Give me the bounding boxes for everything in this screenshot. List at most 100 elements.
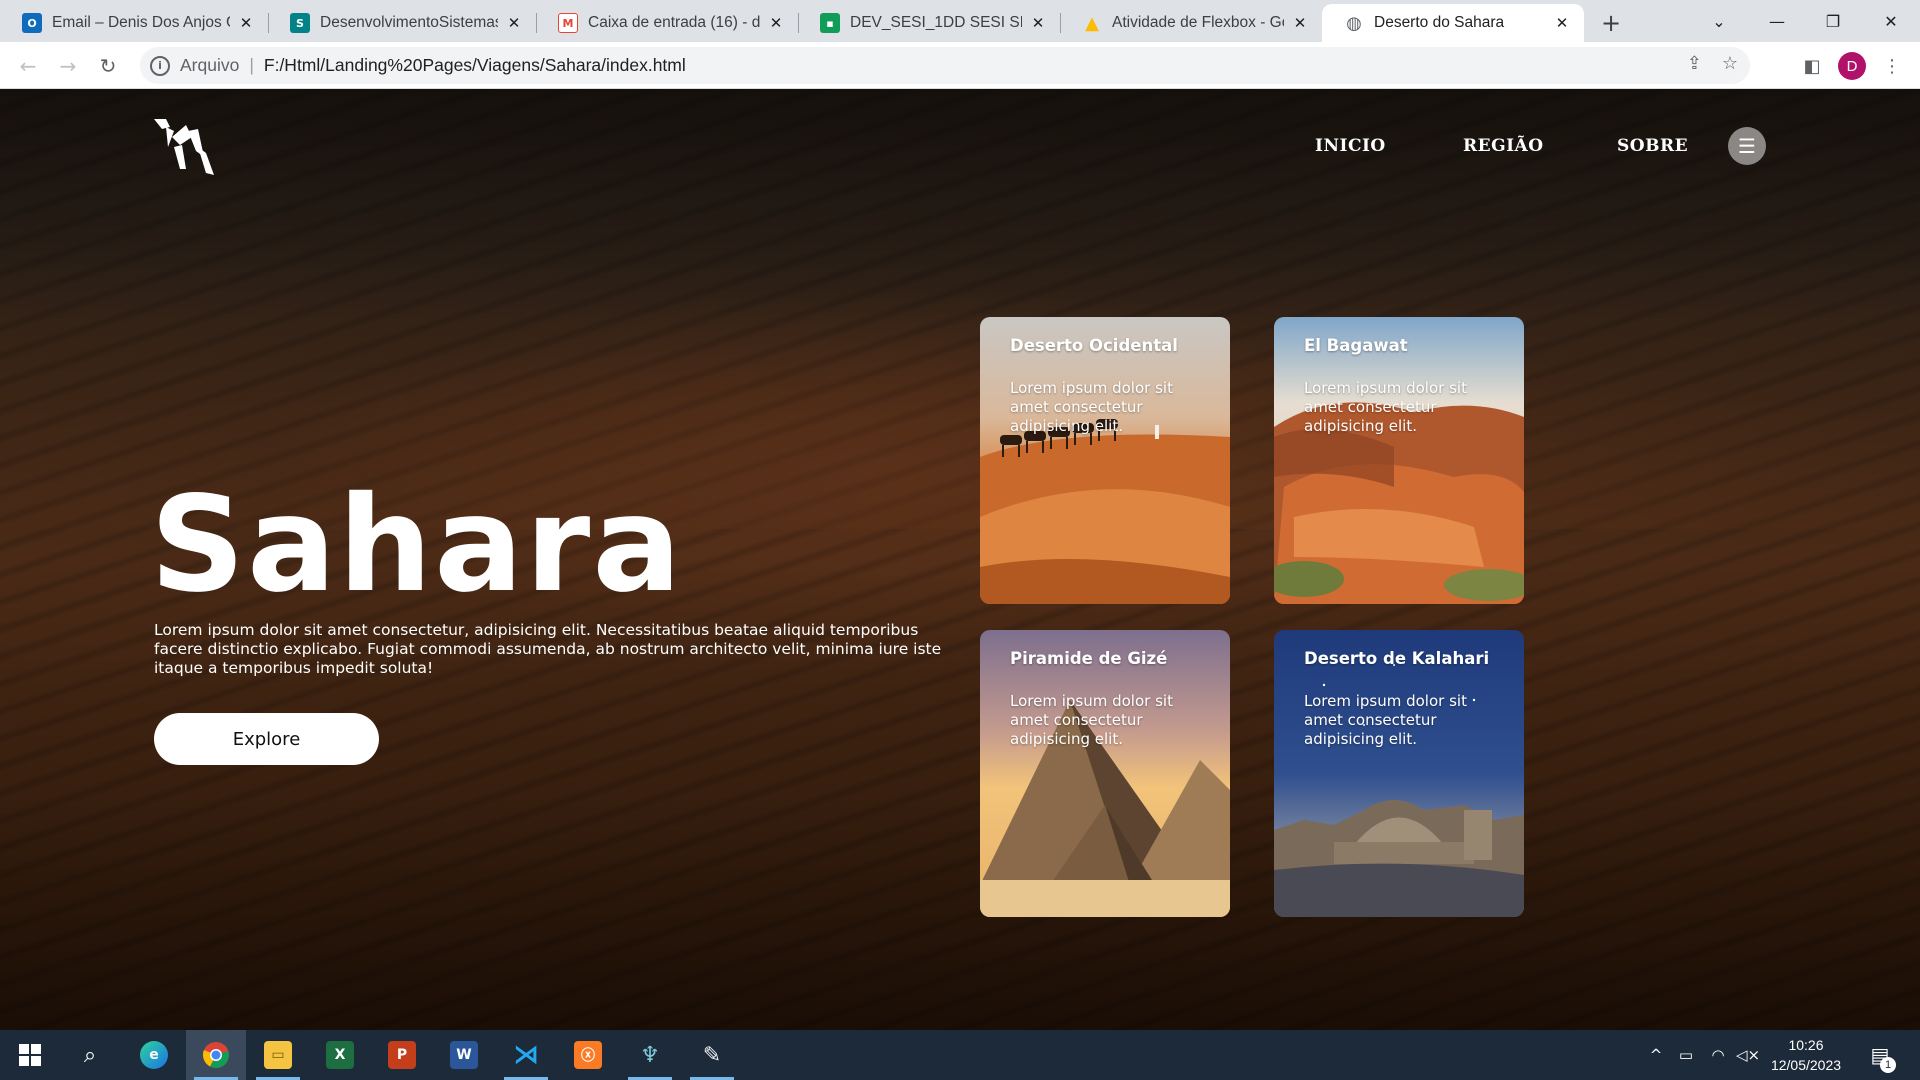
profile-avatar[interactable]: D xyxy=(1838,52,1866,80)
new-tab-button[interactable]: + xyxy=(1596,8,1626,38)
hero-title: Sahara xyxy=(150,468,684,622)
close-tab-icon[interactable]: ✕ xyxy=(1552,13,1572,33)
paint-icon: ✎ xyxy=(702,1042,722,1068)
taskbar-paint[interactable]: ✎ xyxy=(682,1030,742,1080)
card-text: Lorem ipsum dolor sit amet consectetur a… xyxy=(1010,379,1173,435)
scheme-label: Arquivo xyxy=(180,55,240,75)
close-window-icon[interactable]: ✕ xyxy=(1866,0,1916,42)
card-title: Piramide de Gizé xyxy=(1010,649,1168,668)
tab-search-chevron-icon[interactable]: ⌄ xyxy=(1694,0,1744,42)
search-icon: ⌕ xyxy=(83,1042,97,1068)
share-icon[interactable]: ⇪ xyxy=(1687,53,1702,74)
camel-caravan-image xyxy=(980,317,1230,604)
card-title: El Bagawat xyxy=(1304,336,1408,355)
restore-icon[interactable]: ❐ xyxy=(1808,0,1858,42)
show-hidden-icons-icon[interactable]: ^ xyxy=(1644,1030,1668,1080)
vscode-icon: ⋊ xyxy=(513,1040,539,1070)
powerpoint-icon: P xyxy=(388,1041,416,1069)
wifi-icon[interactable]: ◠ xyxy=(1704,1030,1732,1080)
tab-title: Caixa de entrada (16) - den xyxy=(588,14,760,31)
night-ruins-image xyxy=(1274,630,1524,917)
close-tab-icon[interactable]: ✕ xyxy=(1290,13,1310,33)
notification-center-icon[interactable]: ▤ xyxy=(1862,1030,1898,1080)
reload-icon[interactable]: ↻ xyxy=(92,50,124,82)
sharepoint-icon: S xyxy=(290,13,310,33)
bookmark-star-icon[interactable]: ☆ xyxy=(1722,53,1738,74)
camel-logo-icon[interactable] xyxy=(152,117,216,175)
pyramids-image xyxy=(980,630,1230,917)
excel-icon: X xyxy=(326,1041,354,1069)
tab-classroom[interactable]: ▪ DEV_SESI_1DD SESI SENAI ✕ xyxy=(798,4,1060,42)
forward-icon[interactable]: → xyxy=(52,50,84,82)
side-panel-icon[interactable]: ◧ xyxy=(1796,50,1828,82)
tab-email[interactable]: O Email – Denis Dos Anjos Ge ✕ xyxy=(0,4,268,42)
card-el-bagawat[interactable]: El Bagawat Lorem ipsum dolor sit amet co… xyxy=(1274,317,1524,604)
tab-title: Atividade de Flexbox - Goo xyxy=(1112,14,1284,31)
chrome-icon xyxy=(203,1042,229,1068)
browser-tab-strip: O Email – Denis Dos Anjos Ge ✕ S Desenvo… xyxy=(0,0,1920,42)
globe-icon: ◍ xyxy=(1346,12,1362,34)
start-button[interactable] xyxy=(0,1030,60,1080)
card-text: Lorem ipsum dolor sit amet consectetur a… xyxy=(1010,692,1173,748)
word-icon: W xyxy=(450,1041,478,1069)
browser-toolbar: ← → ↻ i Arquivo | F:/Html/Landing%20Page… xyxy=(0,42,1920,89)
sahara-landing-page: INICIO REGIÃO SOBRE ☰ Sahara Lorem ipsum… xyxy=(0,89,1920,1030)
nav-link-sobre[interactable]: SOBRE xyxy=(1617,136,1688,156)
close-tab-icon[interactable]: ✕ xyxy=(1028,13,1048,33)
url-text[interactable]: F:/Html/Landing%20Pages/Viagens/Sahara/i… xyxy=(264,55,686,76)
card-title: Deserto de Kalahari xyxy=(1304,649,1490,668)
clock-time: 10:26 xyxy=(1788,1037,1824,1053)
tab-drive[interactable]: ▲ Atividade de Flexbox - Goo ✕ xyxy=(1060,4,1322,42)
tab-title: DEV_SESI_1DD SESI SENAI xyxy=(850,14,1022,31)
address-bar[interactable]: i Arquivo | F:/Html/Landing%20Pages/Viag… xyxy=(140,47,1750,84)
back-icon[interactable]: ← xyxy=(12,50,44,82)
outlook-icon: O xyxy=(22,13,42,33)
hamburger-icon: ☰ xyxy=(1738,134,1756,158)
notification-count-badge: 1 xyxy=(1880,1057,1896,1073)
windows-taskbar: ⌕ e ▭ X P W ⋊ ⓧ ♆ ✎ ^ ▭ ◠ ◁× 10:26 12/05… xyxy=(0,1030,1920,1080)
close-tab-icon[interactable]: ✕ xyxy=(236,13,256,33)
nav-link-inicio[interactable]: INICIO xyxy=(1315,136,1386,156)
taskbar-vscode[interactable]: ⋊ xyxy=(496,1030,556,1080)
close-tab-icon[interactable]: ✕ xyxy=(766,13,786,33)
taskbar-file-explorer[interactable]: ▭ xyxy=(248,1030,308,1080)
battery-icon[interactable]: ▭ xyxy=(1672,1030,1700,1080)
address-divider: | xyxy=(249,55,254,75)
taskbar-search[interactable]: ⌕ xyxy=(60,1030,120,1080)
more-menu-icon[interactable]: ⋮ xyxy=(1876,50,1908,82)
taskbar-chrome[interactable] xyxy=(186,1030,246,1080)
card-piramide-de-gize[interactable]: Piramide de Gizé Lorem ipsum dolor sit a… xyxy=(980,630,1230,917)
xampp-icon: ⓧ xyxy=(574,1041,602,1069)
system-clock[interactable]: 10:26 12/05/2023 xyxy=(1756,1035,1856,1075)
drive-icon: ▲ xyxy=(1085,12,1099,34)
taskbar-xampp[interactable]: ⓧ xyxy=(558,1030,618,1080)
red-rock-canyon-image xyxy=(1274,317,1524,604)
taskbar-edge[interactable]: e xyxy=(124,1030,184,1080)
explore-button[interactable]: Explore xyxy=(154,713,379,765)
close-tab-icon[interactable]: ✕ xyxy=(504,13,524,33)
taskbar-word[interactable]: W xyxy=(434,1030,494,1080)
card-text: Lorem ipsum dolor sit amet consectetur a… xyxy=(1304,692,1467,748)
card-title: Deserto Ocidental xyxy=(1010,336,1178,355)
card-text: Lorem ipsum dolor sit amet consectetur a… xyxy=(1304,379,1467,435)
card-deserto-de-kalahari[interactable]: Deserto de Kalahari Lorem ipsum dolor si… xyxy=(1274,630,1524,917)
tab-title: Deserto do Sahara xyxy=(1374,14,1505,31)
gmail-icon: M xyxy=(558,13,578,33)
taskbar-mysql-workbench[interactable]: ♆ xyxy=(620,1030,680,1080)
taskbar-powerpoint[interactable]: P xyxy=(372,1030,432,1080)
file-explorer-icon: ▭ xyxy=(264,1041,292,1069)
minimize-icon[interactable]: — xyxy=(1752,0,1802,42)
edge-icon: e xyxy=(140,1041,168,1069)
clock-date: 12/05/2023 xyxy=(1770,1057,1842,1073)
hamburger-menu-button[interactable]: ☰ xyxy=(1728,127,1766,165)
tab-sharepoint[interactable]: S DesenvolvimentoSistemas1 ✕ xyxy=(268,4,536,42)
taskbar-excel[interactable]: X xyxy=(310,1030,370,1080)
tab-deserto-do-sahara[interactable]: ◍ Deserto do Sahara ✕ xyxy=(1322,4,1584,42)
tab-title: Email – Denis Dos Anjos Ge xyxy=(52,14,230,31)
tab-gmail[interactable]: M Caixa de entrada (16) - den ✕ xyxy=(536,4,798,42)
card-deserto-ocidental[interactable]: Deserto Ocidental Lorem ipsum dolor sit … xyxy=(980,317,1230,604)
tab-title: DesenvolvimentoSistemas1 xyxy=(320,14,498,31)
workbench-icon: ♆ xyxy=(640,1042,660,1068)
nav-link-regiao[interactable]: REGIÃO xyxy=(1463,136,1544,156)
info-icon[interactable]: i xyxy=(150,55,170,76)
